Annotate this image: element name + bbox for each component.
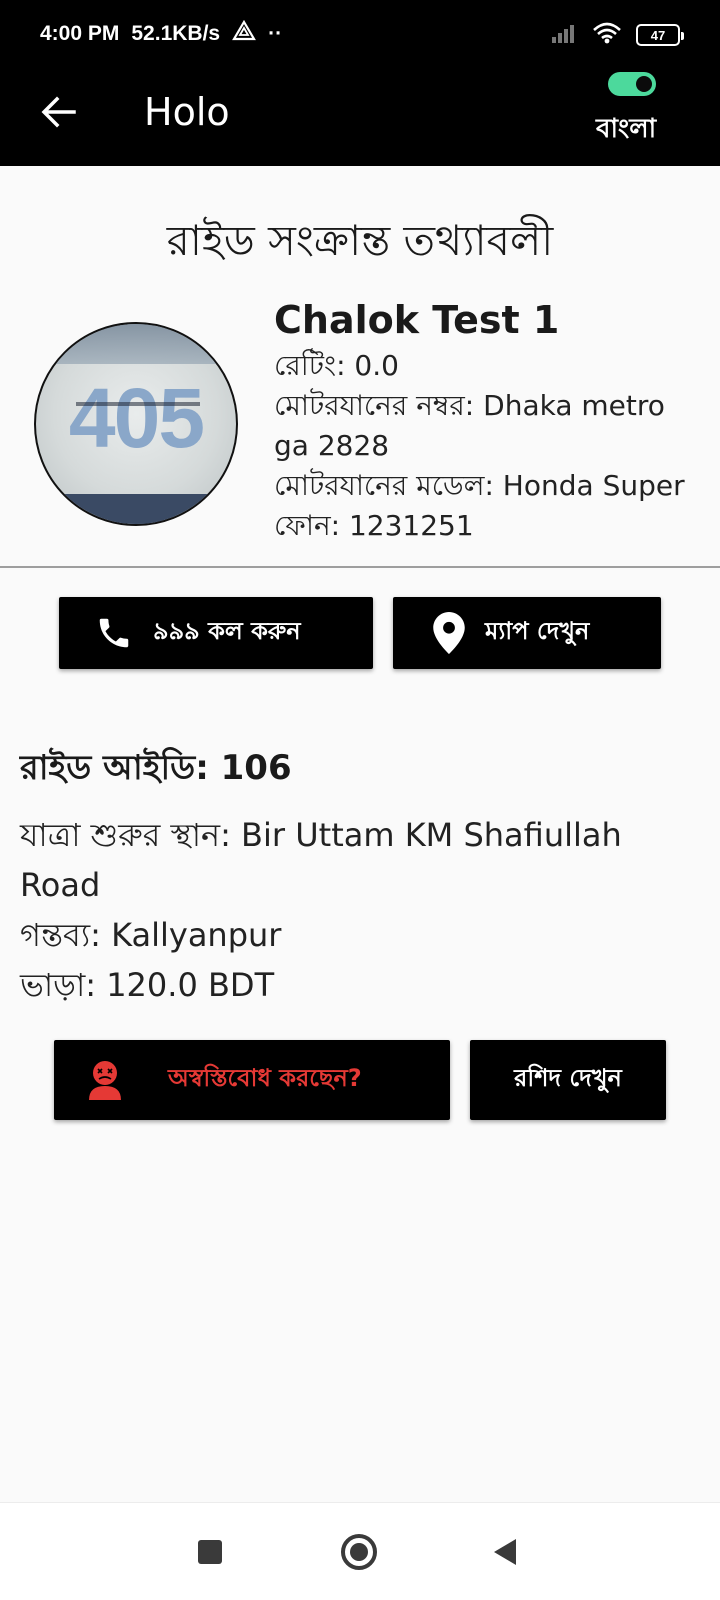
divider [0, 566, 720, 568]
wifi-icon [592, 22, 622, 48]
status-dots: ·· [268, 22, 283, 45]
sick-face-icon [86, 1060, 124, 1100]
status-network-speed: 52.1KB/s [131, 22, 221, 45]
pickup-location: যাত্রা শুরুর স্থান: Bir Uttam KM Shafiul… [20, 816, 622, 904]
driver-avatar: 405 [34, 322, 238, 526]
status-time: 4:00 PM [40, 22, 120, 45]
call-button-label: ৯৯৯ কল করুন [153, 617, 301, 645]
ride-id: রাইড আইডি: 106 [20, 748, 292, 788]
feeling-uncomfortable-button[interactable]: অস্বস্তিবোধ করছেন? [54, 1040, 450, 1120]
avatar-text: 405 [68, 371, 205, 465]
toggle-knob [636, 76, 652, 92]
fare: ভাড়া: 120.0 BDT [20, 966, 275, 1004]
view-receipt-button[interactable]: রশিদ দেখুন [470, 1040, 666, 1120]
status-right: 47 [550, 22, 684, 48]
status-bar: 4:00 PM 52.1KB/s ·· 47 [0, 0, 720, 68]
battery-level: 47 [650, 27, 666, 43]
driver-phone: ফোন: 1231251 [274, 509, 474, 542]
location-pin-icon [433, 612, 465, 654]
uncomfortable-button-label: অস্বস্তিবোধ করছেন? [168, 1064, 362, 1092]
call-999-button[interactable]: ৯৯৯ কল করুন [59, 597, 373, 669]
page-title: রাইড সংক্রান্ত তথ্যাবলী [166, 216, 554, 265]
back-button[interactable] [36, 90, 80, 134]
language-label: বাংলা [596, 114, 657, 144]
driver-name: Chalok Test 1 [274, 298, 560, 342]
recent-apps-icon[interactable] [198, 1540, 222, 1564]
vehicle-number: মোটরযানের নম্বর: Dhaka metro ga 2828 [274, 389, 665, 462]
destination: গন্তব্য: Kallyanpur [20, 916, 282, 954]
nav-back-icon[interactable] [494, 1539, 516, 1565]
home-icon[interactable] [341, 1534, 377, 1570]
signal-icon [550, 23, 578, 47]
map-button-label: ম্যাপ দেখুন [485, 617, 590, 645]
trip-details: যাত্রা শুরুর স্থান: Bir Uttam KM Shafiul… [20, 810, 710, 1010]
status-left: 4:00 PM 52.1KB/s ·· [40, 19, 283, 48]
language-toggle[interactable] [608, 72, 656, 96]
receipt-button-label: রশিদ দেখুন [514, 1064, 622, 1092]
app-title: Holo [144, 90, 230, 134]
view-map-button[interactable]: ম্যাপ দেখুন [393, 597, 661, 669]
phone-icon [95, 614, 133, 652]
battery-icon: 47 [636, 24, 684, 46]
driver-details: রেটিং: 0.0 মোটরযানের নম্বর: Dhaka metro … [274, 346, 694, 546]
driver-rating: রেটিং: 0.0 [274, 349, 399, 382]
arrow-left-icon [41, 96, 76, 128]
system-nav-bar [0, 1502, 720, 1600]
app-bar: Holo বাংলা [0, 68, 720, 166]
vehicle-model: মোটরযানের মডেল: Honda Super [274, 469, 685, 502]
drive-icon [232, 19, 257, 48]
